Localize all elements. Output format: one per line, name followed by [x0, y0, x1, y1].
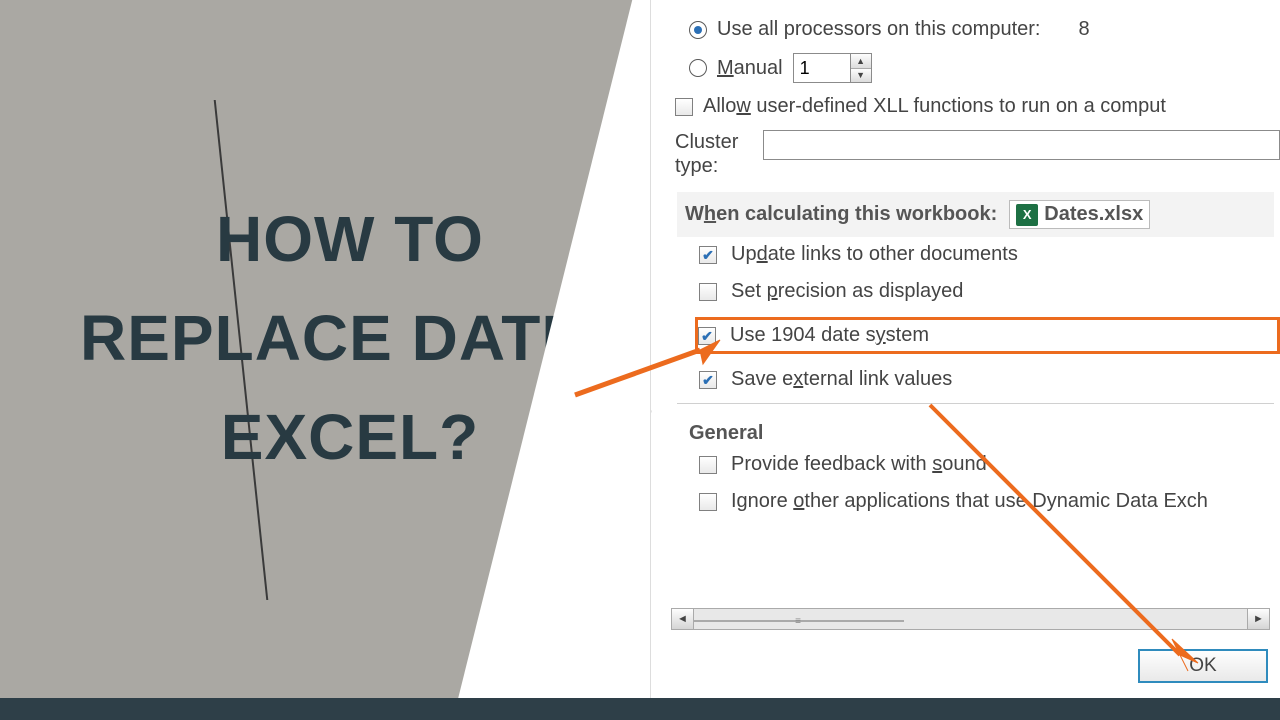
spinner-up-icon[interactable]: ▲ — [851, 54, 871, 69]
title-line-1: How to — [80, 190, 620, 289]
set-precision-label: Set precision as displayed — [731, 280, 963, 303]
scroll-thumb[interactable]: ≡ — [694, 620, 904, 622]
excel-file-icon: X — [1016, 204, 1038, 226]
processor-count-value: 8 — [1078, 18, 1089, 41]
scroll-right-icon[interactable]: ► — [1247, 609, 1269, 629]
radio-unchecked-icon[interactable] — [689, 59, 707, 77]
checkbox-unchecked-icon[interactable] — [675, 98, 693, 116]
spinner-down-icon[interactable]: ▼ — [851, 69, 871, 83]
set-precision-checkbox[interactable]: Set precision as displayed — [699, 280, 1280, 303]
use-1904-checkbox-highlighted[interactable]: Use 1904 date system — [695, 317, 1280, 354]
save-external-checkbox[interactable]: Save external link values — [699, 368, 1280, 391]
radio-all-processors-label: Use all processors on this computer: — [717, 18, 1040, 41]
manual-processors-spinner[interactable]: ▲ ▼ — [793, 53, 872, 83]
annotation-arrow-right-icon — [920, 395, 1220, 685]
checkbox-unchecked-icon[interactable] — [699, 456, 717, 474]
workbook-file-name: Dates.xlsx — [1044, 203, 1143, 226]
xll-checkbox-row[interactable]: Allow user-defined XLL functions to run … — [675, 95, 1280, 118]
workbook-options-group: Update links to other documents Set prec… — [699, 243, 1280, 391]
section-workbook-label: When calculating this workbook: — [685, 203, 997, 226]
bottom-accent-bar — [0, 698, 1280, 720]
cluster-type-row: Cluster type: — [675, 130, 1280, 178]
cluster-type-field[interactable] — [763, 130, 1280, 160]
workbook-selector[interactable]: X Dates.xlsx — [1009, 200, 1150, 229]
section-workbook-header: When calculating this workbook: X Dates.… — [677, 192, 1274, 237]
save-external-label: Save external link values — [731, 368, 952, 391]
cluster-type-label: Cluster type: — [675, 130, 753, 178]
radio-manual-label: Manual — [717, 57, 783, 80]
checkbox-checked-icon[interactable] — [699, 246, 717, 264]
xll-checkbox-label: Allow user-defined XLL functions to run … — [703, 95, 1166, 118]
checkbox-unchecked-icon[interactable] — [699, 493, 717, 511]
radio-manual-row[interactable]: Manual ▲ ▼ — [689, 53, 1280, 83]
annotation-arrow-left-icon — [570, 330, 740, 420]
checkbox-unchecked-icon[interactable] — [699, 283, 717, 301]
radio-checked-icon[interactable] — [689, 21, 707, 39]
update-links-checkbox[interactable]: Update links to other documents — [699, 243, 1280, 266]
spinner-input[interactable] — [794, 54, 850, 82]
radio-all-processors-row[interactable]: Use all processors on this computer: 8 — [689, 18, 1280, 41]
use-1904-label: Use 1904 date system — [730, 324, 929, 347]
scroll-left-icon[interactable]: ◄ — [672, 609, 694, 629]
update-links-label: Update links to other documents — [731, 243, 1018, 266]
